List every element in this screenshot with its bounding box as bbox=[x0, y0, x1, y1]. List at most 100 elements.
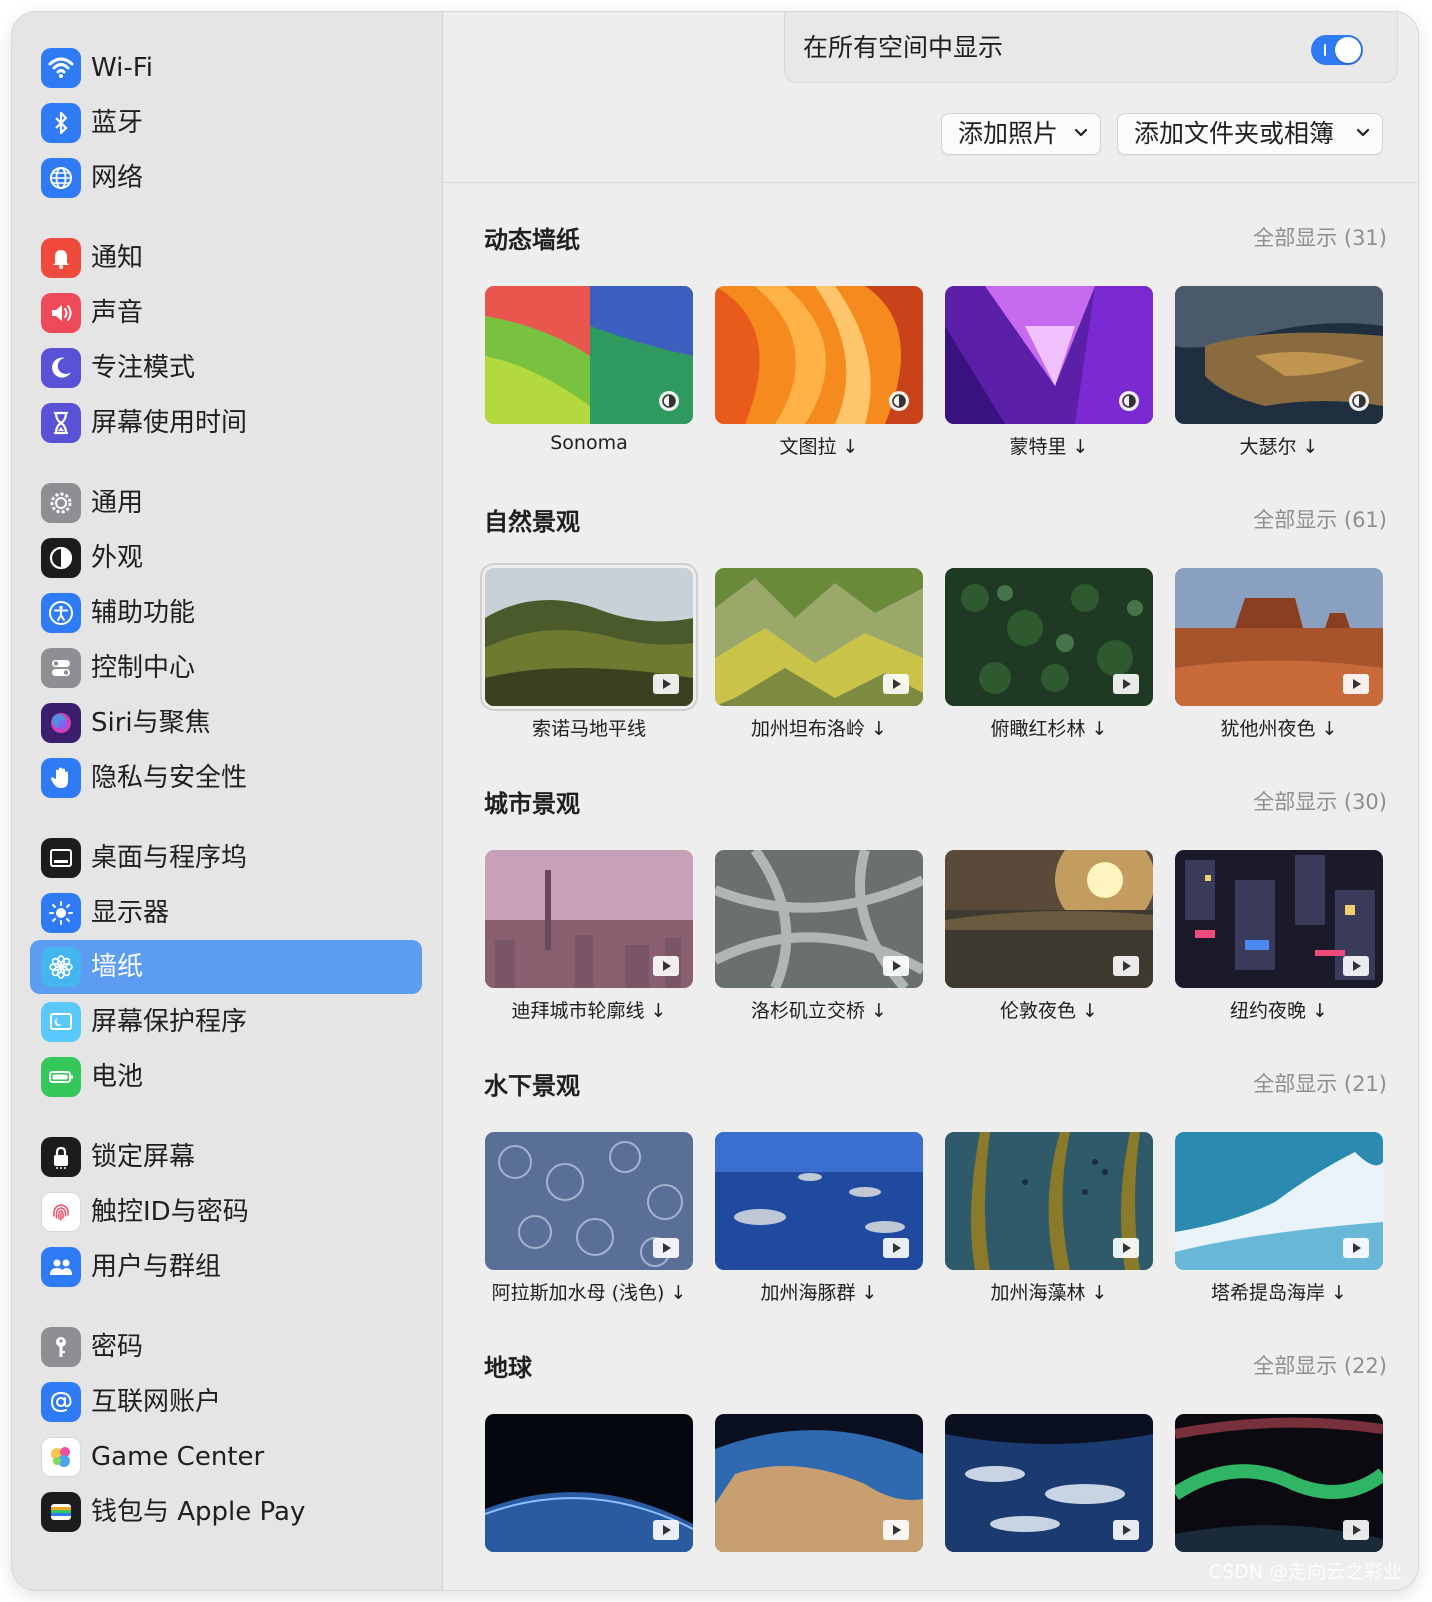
wallpaper-thumbnail[interactable] bbox=[715, 1414, 923, 1552]
wallpaper-thumbnail[interactable] bbox=[715, 286, 923, 424]
sidebar-item-label: 触控ID与密码 bbox=[91, 1197, 249, 1227]
sidebar-item-users[interactable]: 用户与群组 bbox=[30, 1240, 422, 1294]
section-title: 城市景观 bbox=[484, 790, 580, 818]
sidebar-item-hourglass[interactable]: 屏幕使用时间 bbox=[30, 396, 422, 450]
game-center-icon bbox=[41, 1437, 81, 1477]
sidebar-item-bell[interactable]: 通知 bbox=[30, 231, 422, 285]
dynamic-icon bbox=[889, 391, 909, 411]
sidebar: Wi-Fi 蓝牙网络通知声音专注模式屏幕使用时间通用外观 辅助功能控制中心 Siri与… bbox=[12, 12, 443, 1590]
wallpaper-thumbnail[interactable] bbox=[945, 850, 1153, 988]
play-icon bbox=[1343, 1520, 1369, 1540]
wallpaper-thumbnail[interactable] bbox=[945, 286, 1153, 424]
play-icon bbox=[1343, 956, 1369, 976]
sidebar-item-sun[interactable]: 显示器 bbox=[30, 886, 422, 940]
wallpaper-thumbnail[interactable] bbox=[1175, 1414, 1383, 1552]
dock-icon bbox=[41, 838, 81, 878]
wallpaper-caption: 文图拉 ↓ bbox=[779, 436, 859, 458]
sidebar-item-flower[interactable]: 墙纸 bbox=[30, 940, 422, 994]
battery-icon bbox=[41, 1057, 81, 1097]
wallpaper-thumbnail[interactable] bbox=[485, 850, 693, 988]
show-all-link[interactable]: 全部显示 (30) bbox=[1253, 786, 1387, 816]
sidebar-item-speaker[interactable]: 声音 bbox=[30, 286, 422, 340]
sidebar-item-label: 专注模式 bbox=[91, 353, 196, 383]
play-icon bbox=[653, 1238, 679, 1258]
wallet-icon bbox=[41, 1492, 81, 1532]
sidebar-item-label: 通用 bbox=[91, 488, 144, 518]
wallpaper-caption: 迪拜城市轮廓线 ↓ bbox=[511, 1000, 667, 1022]
sidebar-item-hand[interactable]: 隐私与安全性 bbox=[30, 751, 422, 805]
show-all-link[interactable]: 全部显示 (21) bbox=[1253, 1068, 1387, 1098]
show-all-link[interactable]: 全部显示 (61) bbox=[1253, 504, 1387, 534]
wallpaper-thumbnail[interactable] bbox=[715, 1132, 923, 1270]
sidebar-item-label: 通知 bbox=[91, 243, 144, 273]
users-icon bbox=[41, 1247, 81, 1287]
sidebar-item-label: Game Center bbox=[91, 1442, 265, 1472]
wallpaper-caption: 塔希提岛海岸 ↓ bbox=[1211, 1282, 1347, 1304]
sidebar-item-label: 网络 bbox=[91, 163, 144, 193]
wallpaper-caption: 阿拉斯加水母 (浅色) ↓ bbox=[491, 1282, 687, 1304]
play-icon bbox=[1113, 1520, 1139, 1540]
sidebar-item-game-center[interactable]: Game Center bbox=[30, 1430, 422, 1484]
wallpaper-caption: 纽约夜晚 ↓ bbox=[1230, 1000, 1328, 1022]
section-title: 自然景观 bbox=[484, 508, 580, 536]
wallpaper-thumbnail[interactable] bbox=[485, 1414, 693, 1552]
sidebar-item-siri[interactable]: Siri与聚焦 bbox=[30, 696, 422, 750]
play-icon bbox=[1113, 674, 1139, 694]
play-icon bbox=[1343, 1238, 1369, 1258]
sidebar-item-label: 桌面与程序坞 bbox=[91, 843, 248, 873]
toggles-icon bbox=[41, 648, 81, 688]
sidebar-item-battery[interactable]: 电池 bbox=[30, 1050, 422, 1104]
sidebar-item-screensaver[interactable]: 屏幕保护程序 bbox=[30, 995, 422, 1049]
sidebar-item-lock[interactable]: 锁定屏幕 bbox=[30, 1130, 422, 1184]
sidebar-item-toggles[interactable]: 控制中心 bbox=[30, 641, 422, 695]
wallpaper-thumbnail[interactable] bbox=[485, 286, 693, 424]
show-all-link[interactable]: 全部显示 (31) bbox=[1253, 222, 1387, 252]
wallpaper-thumbnail[interactable] bbox=[945, 1414, 1153, 1552]
sidebar-item-label: 互联网账户 bbox=[91, 1387, 222, 1417]
sidebar-item-bluetooth[interactable]: 蓝牙 bbox=[30, 96, 422, 150]
wallpaper-thumbnail[interactable] bbox=[945, 1132, 1153, 1270]
wallpaper-thumbnail[interactable] bbox=[945, 568, 1153, 706]
sidebar-item-dock[interactable]: 桌面与程序坞 bbox=[30, 831, 422, 885]
wallpaper-thumbnail[interactable] bbox=[1175, 1132, 1383, 1270]
wallpaper-caption: 俯瞰红杉林 ↓ bbox=[990, 718, 1108, 740]
sidebar-item-accessibility[interactable]: 辅助功能 bbox=[30, 586, 422, 640]
wallpaper-thumbnail[interactable] bbox=[485, 568, 693, 706]
wallpaper-pane: 在所有空间中显示 添加照片 添加文件夹或相簿 动态墙纸 全部显示 (31) Sono… bbox=[443, 12, 1418, 1590]
sidebar-item-label: 控制中心 bbox=[91, 653, 196, 683]
moon-icon bbox=[41, 348, 81, 388]
show-on-all-spaces-toggle[interactable] bbox=[1311, 35, 1363, 65]
add-photo-dropdown[interactable]: 添加照片 bbox=[941, 113, 1101, 155]
sidebar-item-wifi[interactable]: Wi-Fi bbox=[30, 41, 422, 95]
sidebar-item-moon[interactable]: 专注模式 bbox=[30, 341, 422, 395]
play-icon bbox=[1343, 674, 1369, 694]
sidebar-item-gear[interactable]: 通用 bbox=[30, 476, 422, 530]
play-icon bbox=[883, 956, 909, 976]
wallpaper-thumbnail[interactable] bbox=[1175, 568, 1383, 706]
fingerprint-icon bbox=[41, 1192, 81, 1232]
wallpaper-thumbnail[interactable] bbox=[715, 568, 923, 706]
sidebar-item-globe[interactable]: 网络 bbox=[30, 151, 422, 205]
add-folder-dropdown[interactable]: 添加文件夹或相簿 bbox=[1117, 113, 1383, 155]
sidebar-item-key[interactable]: 密码 bbox=[30, 1320, 422, 1374]
play-icon bbox=[653, 674, 679, 694]
wallpaper-thumbnail[interactable] bbox=[715, 850, 923, 988]
add-folder-label: 添加文件夹或相簿 bbox=[1134, 119, 1335, 148]
show-all-link[interactable]: 全部显示 (22) bbox=[1253, 1350, 1387, 1380]
sidebar-item-at[interactable]: 互联网账户 bbox=[30, 1375, 422, 1429]
section-title: 动态墙纸 bbox=[484, 226, 580, 254]
sun-icon bbox=[41, 893, 81, 933]
wallpaper-thumbnail[interactable] bbox=[1175, 286, 1383, 424]
sidebar-item-appearance[interactable]: 外观 bbox=[30, 531, 422, 585]
wallpaper-thumbnail[interactable] bbox=[485, 1132, 693, 1270]
wallpaper-caption: 加州海豚群 ↓ bbox=[760, 1282, 878, 1304]
key-icon bbox=[41, 1327, 81, 1367]
at-icon bbox=[41, 1382, 81, 1422]
sidebar-item-wallet[interactable]: 钱包与 Apple Pay bbox=[30, 1485, 422, 1539]
add-photo-label: 添加照片 bbox=[958, 119, 1059, 148]
wallpaper-caption: 加州坦布洛岭 ↓ bbox=[751, 718, 887, 740]
wallpaper-thumbnail[interactable] bbox=[1175, 850, 1383, 988]
sidebar-item-fingerprint[interactable]: 触控ID与密码 bbox=[30, 1185, 422, 1239]
wallpaper-caption: Sonoma bbox=[550, 432, 628, 454]
wallpaper-caption: 犹他州夜色 ↓ bbox=[1220, 718, 1338, 740]
